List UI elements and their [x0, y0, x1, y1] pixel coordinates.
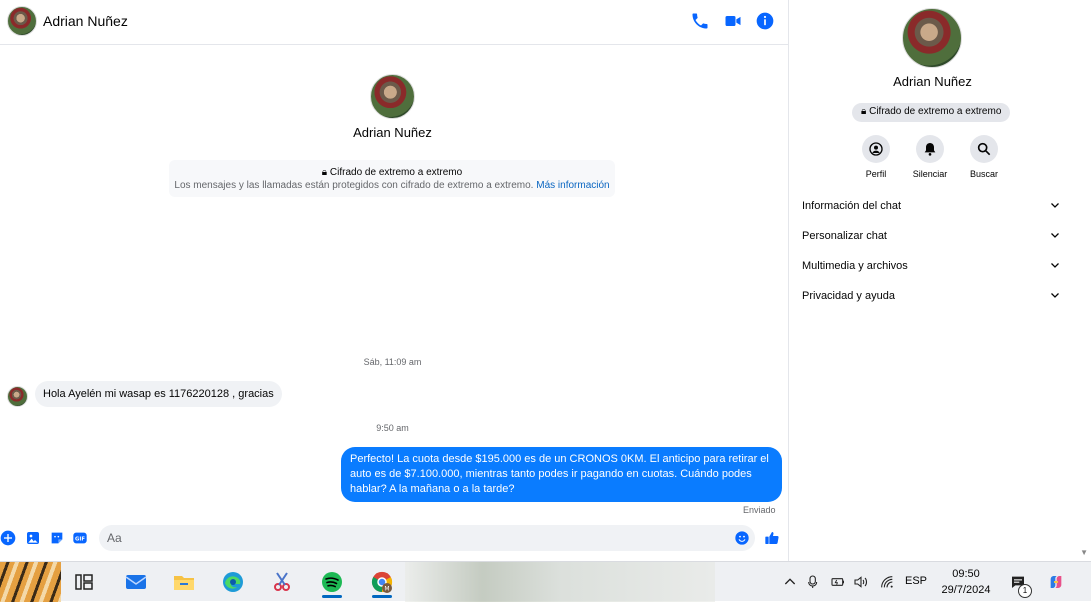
meet-now-icon[interactable]: [806, 574, 822, 590]
encryption-title: Cifrado de extremo a extremo: [329, 167, 463, 178]
taskbar-background: [405, 562, 715, 602]
battery-plug-icon[interactable]: [830, 574, 846, 590]
snipping-tool-icon[interactable]: [262, 566, 302, 598]
search-icon[interactable]: [970, 135, 998, 163]
message-input[interactable]: [99, 525, 755, 551]
more-info-link[interactable]: Más información: [536, 180, 609, 191]
composer: GIF: [0, 524, 789, 554]
contact-name[interactable]: Adrian Nuñez: [43, 13, 128, 29]
spotify-icon[interactable]: [312, 566, 352, 598]
lock-icon: 🔒︎: [861, 106, 867, 117]
chevron-down-icon: [1049, 199, 1061, 214]
panel-encryption-badge: 🔒︎ Cifrado de extremo a extremo: [852, 103, 1011, 122]
panel-contact-name: Adrian Nuñez: [893, 74, 972, 89]
contact-avatar[interactable]: [7, 6, 37, 36]
image-icon[interactable]: [25, 530, 41, 546]
chevron-up-icon[interactable]: [782, 574, 798, 590]
mail-app-icon[interactable]: [116, 566, 156, 598]
incoming-message[interactable]: Hola Ayelén mi wasap es 1176220128 , gra…: [35, 381, 282, 407]
taskbar: M ESP 09:50 29/7/2024 1: [0, 561, 1091, 602]
gif-icon[interactable]: GIF: [72, 530, 88, 546]
widgets-weather-icon[interactable]: [0, 562, 61, 602]
clock-time: 09:50: [952, 568, 980, 580]
chrome-profile-icon[interactable]: M: [362, 566, 402, 598]
intro-avatar: [370, 74, 415, 119]
sent-status: Enviado: [743, 505, 776, 515]
chat-header: Adrian Nuñez: [0, 0, 789, 45]
thumbs-up-icon[interactable]: [764, 530, 780, 546]
bell-icon[interactable]: [916, 135, 944, 163]
section-privacy-help[interactable]: Privacidad y ayuda: [802, 284, 1061, 308]
edge-browser-icon[interactable]: [213, 566, 253, 598]
sender-avatar[interactable]: [7, 386, 28, 407]
scroll-down-arrow-icon[interactable]: ▼: [1080, 548, 1088, 557]
notification-count-badge: 1: [1018, 584, 1032, 598]
panel-avatar: [902, 8, 962, 68]
chevron-down-icon: [1049, 229, 1061, 244]
message-timestamp: Sáb, 11:09 am: [363, 357, 422, 367]
mute-action[interactable]: Silenciar: [905, 135, 955, 179]
emoji-icon[interactable]: [734, 530, 750, 546]
plus-icon[interactable]: [0, 530, 16, 546]
clock-date: 29/7/2024: [941, 584, 991, 596]
input-language[interactable]: ESP: [905, 575, 927, 587]
volume-icon[interactable]: [853, 574, 869, 590]
outgoing-message[interactable]: Perfecto! La cuota desde $195.000 es de …: [341, 447, 782, 502]
intro-contact-name: Adrian Nuñez: [353, 125, 432, 140]
section-media-files[interactable]: Multimedia y archivos: [802, 254, 1061, 278]
chat-pane: Adrian Nuñez Adrian Nuñez 🔒︎ Cifrado de …: [0, 0, 789, 561]
copilot-icon[interactable]: [1048, 574, 1064, 590]
info-icon[interactable]: [755, 11, 775, 31]
clock[interactable]: 09:50 29/7/2024: [936, 566, 996, 598]
svg-text:GIF: GIF: [75, 536, 85, 542]
file-explorer-icon[interactable]: [164, 566, 204, 598]
message-timestamp: 9:50 am: [376, 423, 409, 433]
phone-icon[interactable]: [690, 11, 710, 31]
lock-icon: 🔒︎: [321, 167, 328, 178]
chevron-down-icon: [1049, 259, 1061, 274]
sticker-icon[interactable]: [49, 530, 65, 546]
chevron-down-icon: [1049, 289, 1061, 304]
search-action[interactable]: Buscar: [959, 135, 1009, 179]
encryption-notice: 🔒︎ Cifrado de extremo a extremo Los mens…: [169, 160, 615, 197]
wifi-icon[interactable]: [879, 574, 895, 590]
chat-info-panel: Adrian Nuñez 🔒︎ Cifrado de extremo a ext…: [790, 0, 1091, 561]
messenger-window: Adrian Nuñez Adrian Nuñez 🔒︎ Cifrado de …: [0, 0, 1091, 561]
section-chat-info[interactable]: Información del chat: [802, 194, 1061, 218]
video-camera-icon[interactable]: [723, 11, 743, 31]
encryption-text: Los mensajes y las llamadas están proteg…: [174, 180, 534, 191]
task-view-icon[interactable]: [64, 566, 104, 598]
section-customize-chat[interactable]: Personalizar chat: [802, 224, 1061, 248]
svg-text:M: M: [384, 586, 389, 593]
profile-icon[interactable]: [862, 135, 890, 163]
profile-action[interactable]: Perfil: [851, 135, 901, 179]
